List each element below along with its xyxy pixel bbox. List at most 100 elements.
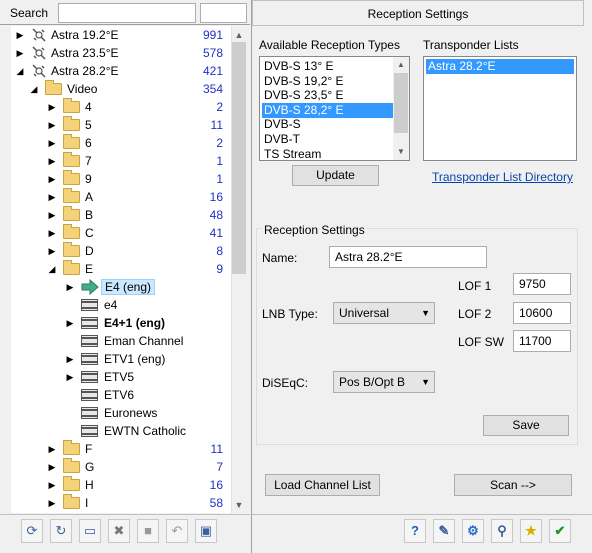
diseqc-select[interactable]: Pos B/Opt B ▼ [333,371,435,393]
star-button[interactable]: ★ [520,519,542,543]
list-scrollbar[interactable]: ▲ ▼ [393,57,409,160]
collapse-arrow-icon[interactable]: ▶ [47,98,57,116]
new-folder-button[interactable]: ▭ [79,519,101,543]
tree-item-label: Astra 23.5°E [51,46,119,60]
available-reception-types-list[interactable]: DVB-S 13° E DVB-S 19,2° E DVB-S 23,5° E DVB… [259,56,410,161]
search-input[interactable] [58,3,196,23]
collapse-arrow-icon[interactable]: ▶ [65,350,75,368]
collapse-arrow-icon[interactable]: ▶ [47,242,57,260]
transponder-list-directory-link[interactable]: Transponder List Directory [432,170,573,184]
undo-button[interactable]: ↶ [166,519,188,543]
tree-row[interactable]: ◢ E 9 [11,260,231,278]
ok-button[interactable]: ✔ [549,519,571,543]
expand-arrow-icon[interactable]: ◢ [29,80,39,98]
window-button[interactable]: ▣ [195,519,217,543]
lof1-field[interactable]: 9750 [513,273,571,295]
tree-row[interactable]: Eman Channel [11,332,231,350]
tree-row[interactable]: ▶ ETV5 [11,368,231,386]
reception-type-item[interactable]: DVB-S 13° E [262,59,393,74]
collapse-arrow-icon[interactable]: ▶ [47,224,57,242]
name-field[interactable]: Astra 28.2°E [329,246,487,268]
search-count-input[interactable] [200,3,247,23]
collapse-arrow-icon[interactable]: ▶ [47,476,57,494]
search-button[interactable]: ⚲ [491,519,513,543]
collapse-arrow-icon[interactable]: ▶ [47,206,57,224]
tree-row[interactable]: ▶ 6 2 [11,134,231,152]
collapse-arrow-icon[interactable]: ▶ [47,440,57,458]
tree-row[interactable]: ▶ F 11 [11,440,231,458]
tree-row[interactable]: ▶ G 7 [11,458,231,476]
list-scroll-down[interactable]: ▼ [393,144,409,160]
tree-row[interactable]: ▶ ETV1 (eng) [11,350,231,368]
tree-item-label: Astra 28.2°E [51,64,119,78]
scan-button[interactable]: Scan --> [454,474,572,496]
tree-row[interactable]: ▶ 7 1 [11,152,231,170]
reception-type-item[interactable]: DVB-S 28,2° E [262,102,393,118]
tree-item-label: 6 [85,136,92,150]
collapse-arrow-icon[interactable]: ▶ [65,368,75,386]
collapse-arrow-icon[interactable]: ▶ [47,134,57,152]
reception-type-item[interactable]: DVB-S 19,2° E [262,74,393,89]
tree-row[interactable]: ▶ Astra 19.2°E 991 [11,26,231,44]
tree-row[interactable]: ▶ E4+1 (eng) [11,314,231,332]
tree-row[interactable]: ▶ C 41 [11,224,231,242]
list-scroll-up[interactable]: ▲ [393,57,409,73]
collapse-arrow-icon[interactable]: ▶ [47,116,57,134]
scroll-down-arrow[interactable]: ▼ [231,497,247,513]
transponder-lists-list[interactable]: Astra 28.2°E [423,56,577,161]
tree-row[interactable]: ▶ 5 11 [11,116,231,134]
collapse-arrow-icon[interactable]: ▶ [15,44,25,62]
collapse-arrow-icon[interactable]: ▶ [65,314,75,332]
tree-row[interactable]: ▶ I 58 [11,494,231,512]
collapse-arrow-icon[interactable]: ▶ [47,188,57,206]
delete-button[interactable]: ✖ [108,519,130,543]
tree-row[interactable]: ▶ D 8 [11,242,231,260]
tree-row[interactable]: ▶ H 16 [11,476,231,494]
collapse-arrow-icon[interactable]: ▶ [47,152,57,170]
window-icon: ▣ [199,523,213,538]
load-channel-list-button[interactable]: Load Channel List [265,474,380,496]
reception-type-item[interactable]: DVB-S 23,5° E [262,88,393,103]
lof2-field[interactable]: 10600 [513,302,571,324]
tree-row[interactable]: ▶ A 16 [11,188,231,206]
expand-arrow-icon[interactable]: ◢ [47,260,57,278]
tree-row[interactable]: Euronews [11,404,231,422]
settings-button[interactable]: ⚙ [462,519,484,543]
tree-row[interactable]: ▶ 9 1 [11,170,231,188]
reception-type-item[interactable]: TS Stream [262,147,393,162]
collapse-arrow-icon[interactable]: ▶ [47,170,57,188]
tree-row[interactable]: ETV6 [11,386,231,404]
stop-button[interactable]: ■ [137,519,159,543]
help-button[interactable]: ? [404,519,426,543]
lnb-type-select[interactable]: Universal ▼ [333,302,435,324]
folder-icon [63,494,80,509]
refresh-button[interactable]: ⟳ [21,519,43,543]
collapse-arrow-icon[interactable]: ▶ [65,278,75,296]
tree-item-content: Astra 19.2°E [31,26,119,44]
save-button[interactable]: Save [483,415,569,436]
reload-button[interactable]: ↻ [50,519,72,543]
tree-row[interactable]: ▶ Astra 23.5°E 578 [11,44,231,62]
collapse-arrow-icon[interactable]: ▶ [15,26,25,44]
tree-row[interactable]: ◢ Astra 28.2°E 421 [11,62,231,80]
update-button[interactable]: Update [292,165,379,186]
tree-row[interactable]: ▶ 4 2 [11,98,231,116]
tree-item-content: D [63,242,94,260]
tree-scrollbar-thumb[interactable] [232,42,246,274]
scroll-up-arrow[interactable]: ▲ [231,27,247,43]
collapse-arrow-icon[interactable]: ▶ [47,494,57,512]
channel-tree[interactable]: ▶ Astra 19.2°E 991 ▶ Astra 23.5°E 578 ◢ Astra 2… [11,26,231,513]
list-scroll-thumb[interactable] [394,73,408,133]
reception-type-item[interactable]: DVB-T [262,132,393,147]
tree-row[interactable]: ◢ Video 354 [11,80,231,98]
tree-row[interactable]: e4 [11,296,231,314]
transponder-item[interactable]: Astra 28.2°E [426,59,574,74]
collapse-arrow-icon[interactable]: ▶ [47,458,57,476]
lofsw-field[interactable]: 11700 [513,330,571,352]
reception-type-item[interactable]: DVB-S [262,117,393,132]
edit-button[interactable]: ✎ [433,519,455,543]
tree-row[interactable]: ▶ E4 (eng) [11,278,231,296]
tree-row[interactable]: EWTN Catholic [11,422,231,440]
expand-arrow-icon[interactable]: ◢ [15,62,25,80]
tree-row[interactable]: ▶ B 48 [11,206,231,224]
